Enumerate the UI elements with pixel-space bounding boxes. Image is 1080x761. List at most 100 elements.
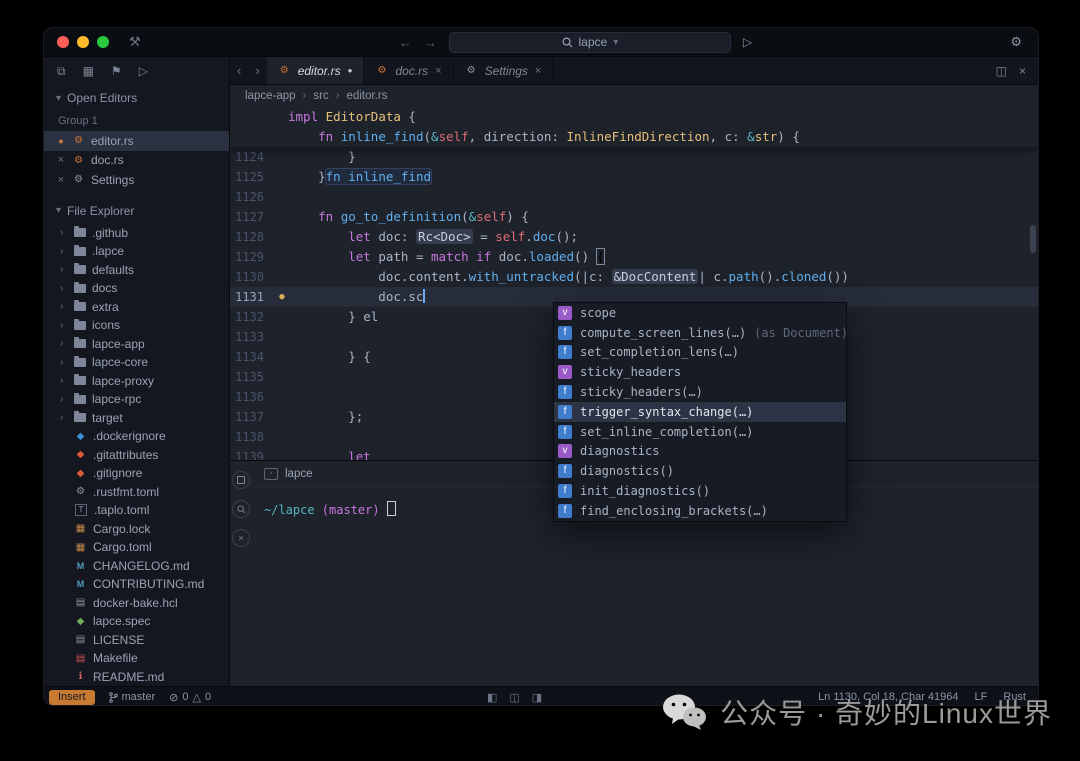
open-panel-icon[interactable] (232, 471, 250, 489)
tree-file[interactable]: ▤LICENSE (44, 631, 229, 650)
tree-file[interactable]: ▦Cargo.toml (44, 538, 229, 557)
tree-item-label: .lapce (92, 244, 124, 258)
tabs-back-icon[interactable]: ‹ (230, 63, 248, 78)
completion-item[interactable]: vscope (554, 303, 846, 323)
tree-file[interactable]: MCHANGELOG.md (44, 557, 229, 576)
code-line[interactable]: 1127 fn go_to_definition(&self) { (230, 207, 1038, 227)
mode-badge[interactable]: Insert (49, 690, 95, 705)
tree-folder[interactable]: ›defaults (44, 261, 229, 280)
breadcrumb-item[interactable]: editor.rs (347, 90, 388, 102)
completion-item[interactable]: finit_diagnostics() (554, 481, 846, 501)
rust-icon: ⚙ (72, 135, 85, 146)
completion-item[interactable]: fset_completion_lens(…) (554, 343, 846, 363)
breadcrumb-item[interactable]: lapce-app (245, 90, 296, 102)
code-line[interactable]: 1128 let doc: Rc<Doc> = self.doc(); (230, 227, 1038, 247)
sticky-headers: impl EditorData { fn inline_find(&self, … (230, 107, 1038, 147)
back-icon[interactable]: ← (399, 35, 412, 50)
code-line[interactable]: 1124 } (230, 147, 1038, 167)
tree-file[interactable]: ◆.dockerignore (44, 427, 229, 446)
line-number: 1126 (230, 187, 276, 207)
tree-file[interactable]: T.taplo.toml (44, 501, 229, 520)
sidebar: ⧉▦⚑▷ ▾ Open Editors Group 1 ●⚙editor.rs×… (44, 57, 230, 686)
open-editor-item[interactable]: ●⚙editor.rs (44, 131, 229, 151)
tree-folder[interactable]: ›lapce-proxy (44, 372, 229, 391)
branch-indicator[interactable]: master (109, 691, 156, 703)
line-number: 1137 (230, 407, 276, 427)
folder-icon (74, 413, 86, 422)
tree-file[interactable]: ℹREADME.md (44, 668, 229, 687)
tree-file[interactable]: ▤Makefile (44, 649, 229, 668)
close-editor-icon[interactable]: × (1019, 64, 1026, 78)
tree-file[interactable]: ⚙.rustfmt.toml (44, 483, 229, 502)
tree-file[interactable]: ▤docker-bake.hcl (44, 594, 229, 613)
split-editor-icon[interactable]: ◫ (996, 64, 1007, 78)
run-icon[interactable]: ▷ (743, 35, 752, 49)
close-icon[interactable]: × (435, 65, 441, 77)
scrollbar[interactable] (1030, 225, 1036, 253)
plugin-icon[interactable]: ⚑ (111, 64, 122, 78)
close-icon[interactable]: × (56, 174, 66, 186)
close-icon[interactable]: × (535, 65, 541, 77)
tools-icon[interactable]: ⚒ (129, 34, 141, 50)
tree-file[interactable]: MCONTRIBUTING.md (44, 575, 229, 594)
toggle-sidebar-icon[interactable]: ◧ (487, 691, 497, 704)
code-line[interactable]: 1129 let path = match if doc.loaded() { (230, 247, 1038, 267)
tree-file[interactable]: ◆.gitattributes (44, 446, 229, 465)
workspace-search[interactable]: lapce ▾ (449, 32, 731, 53)
file-icon: ▤ (74, 634, 87, 645)
tree-file[interactable]: ▦Cargo.lock (44, 520, 229, 539)
tree-item-label: docs (92, 281, 117, 295)
toggle-panel-icon[interactable]: ◫ (509, 691, 519, 704)
tab-doc.rs[interactable]: ⚙doc.rs× (364, 57, 453, 84)
close-icon[interactable]: × (56, 154, 66, 166)
debug-icon[interactable]: ▷ (139, 64, 148, 78)
completion-item[interactable]: fdiagnostics() (554, 461, 846, 481)
maximize-window-button[interactable] (97, 36, 109, 48)
forward-icon[interactable]: → (424, 35, 437, 50)
completion-item[interactable]: ftrigger_syntax_change(…) (554, 402, 846, 422)
completion-item[interactable]: fcompute_screen_lines(…)(as Document) (554, 323, 846, 343)
completion-item[interactable]: fset_inline_completion(…) (554, 422, 846, 442)
open-editor-item[interactable]: ×⚙doc.rs (44, 151, 229, 171)
tree-file[interactable]: ◆lapce.spec (44, 612, 229, 631)
breadcrumb-item[interactable]: src (313, 90, 328, 102)
folder-icon (74, 376, 86, 385)
completion-item[interactable]: vdiagnostics (554, 442, 846, 462)
code-line[interactable]: 1125 }fn inline_find (230, 167, 1038, 187)
line-number: 1127 (230, 207, 276, 227)
line-number: 1131 (230, 287, 276, 307)
toggle-secondary-sidebar-icon[interactable]: ◨ (532, 691, 542, 704)
tree-folder[interactable]: ›lapce-core (44, 353, 229, 372)
open-editor-item[interactable]: ×⚙Settings (44, 170, 229, 190)
line-number: 1136 (230, 387, 276, 407)
problems-indicator[interactable]: ⊘ 0 △ 0 (169, 691, 211, 704)
code-action-lightbulb-icon: ● (276, 287, 288, 307)
tab-Settings[interactable]: ⚙Settings× (454, 57, 554, 84)
minimize-window-button[interactable] (77, 36, 89, 48)
completion-item[interactable]: ffind_enclosing_brackets(…) (554, 501, 846, 521)
completion-item[interactable]: vsticky_headers (554, 362, 846, 382)
grid-icon[interactable]: ▦ (83, 64, 94, 78)
tree-folder[interactable]: ›docs (44, 279, 229, 298)
close-window-button[interactable] (57, 36, 69, 48)
file-explorer-header[interactable]: ▾ File Explorer (44, 198, 229, 224)
files-icon[interactable]: ⧉ (57, 64, 66, 79)
tree-folder[interactable]: ›lapce-app (44, 335, 229, 354)
modified-dot[interactable]: ● (56, 136, 66, 146)
code-line[interactable]: 1130 doc.content.with_untracked(|c: &Doc… (230, 267, 1038, 287)
tree-folder[interactable]: ›lapce-rpc (44, 390, 229, 409)
tree-folder[interactable]: ›extra (44, 298, 229, 317)
search-icon[interactable] (232, 500, 250, 518)
tree-file[interactable]: ◆.gitignore (44, 464, 229, 483)
tree-folder[interactable]: ›.lapce (44, 242, 229, 261)
tree-folder[interactable]: ›icons (44, 316, 229, 335)
open-editors-header[interactable]: ▾ Open Editors (44, 85, 229, 111)
close-panel-icon[interactable]: × (232, 529, 250, 547)
tabs-forward-icon[interactable]: › (248, 63, 266, 78)
code-line[interactable]: 1126 (230, 187, 1038, 207)
settings-gear-icon[interactable]: ⚙ (1010, 34, 1022, 50)
tree-folder[interactable]: ›.github (44, 224, 229, 243)
tree-folder[interactable]: ›target (44, 409, 229, 428)
tab-editor.rs[interactable]: ⚙editor.rs● (267, 57, 365, 84)
completion-item[interactable]: fsticky_headers(…) (554, 382, 846, 402)
